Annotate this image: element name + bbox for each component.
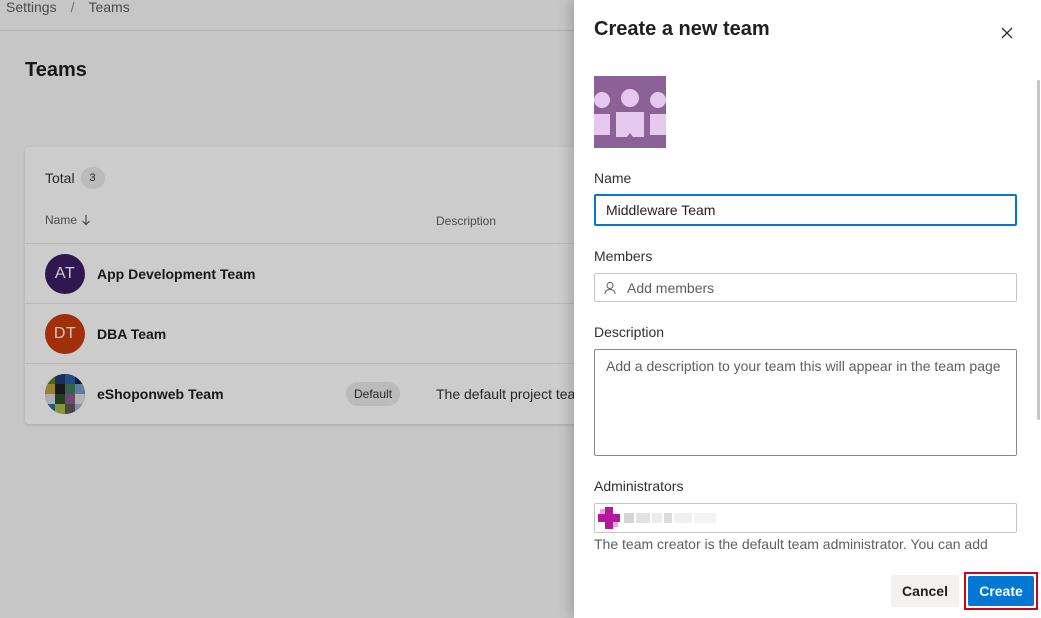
- description-textarea[interactable]: Add a description to your team this will…: [594, 349, 1017, 456]
- close-button[interactable]: [994, 20, 1020, 46]
- modal-overlay[interactable]: [0, 0, 574, 618]
- name-label: Name: [594, 170, 632, 186]
- description-placeholder: Add a description to your team this will…: [606, 358, 1001, 374]
- scrollbar-thumb[interactable]: [1037, 80, 1040, 420]
- administrators-label: Administrators: [594, 478, 684, 494]
- avatar: [598, 507, 620, 529]
- cancel-button[interactable]: Cancel: [891, 575, 959, 607]
- administrator-name-redacted: [624, 513, 716, 523]
- members-input[interactable]: Add members: [594, 273, 1017, 302]
- team-icon: [594, 76, 666, 148]
- create-team-panel: Create a new team Name Middleware Team M…: [574, 0, 1041, 618]
- description-label: Description: [594, 324, 665, 340]
- team-name-value: Middleware Team: [606, 202, 716, 218]
- members-label: Members: [594, 248, 653, 264]
- panel-footer: Cancel Create: [574, 560, 1041, 618]
- create-button-highlight: Create: [964, 572, 1038, 610]
- administrators-helper-text: The team creator is the default team adm…: [594, 536, 988, 552]
- team-name-input[interactable]: Middleware Team: [594, 194, 1017, 226]
- members-placeholder: Add members: [627, 279, 715, 296]
- administrators-input[interactable]: [594, 503, 1017, 533]
- panel-scrollbar[interactable]: [1036, 70, 1041, 560]
- close-icon: [1001, 27, 1013, 39]
- create-button[interactable]: Create: [968, 576, 1034, 606]
- person-icon: [604, 281, 616, 294]
- panel-title: Create a new team: [594, 18, 770, 40]
- administrator-chip[interactable]: [598, 504, 716, 532]
